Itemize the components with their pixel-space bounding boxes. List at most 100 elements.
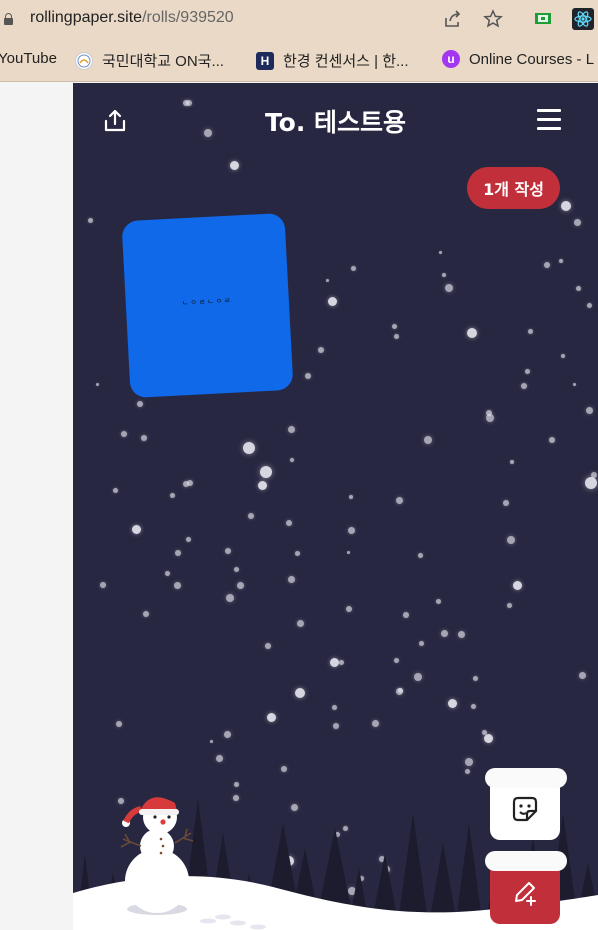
snowflake <box>237 582 244 589</box>
snowflake <box>165 571 170 576</box>
snowflake <box>281 766 287 772</box>
snowflake <box>574 219 581 226</box>
snowflake <box>448 699 457 708</box>
react-icon[interactable] <box>572 8 594 30</box>
snowflake <box>507 603 512 608</box>
snowflake <box>439 251 442 254</box>
share-page-icon[interactable] <box>442 8 464 30</box>
snowflake <box>174 582 181 589</box>
snowflake <box>347 551 350 554</box>
snowflake <box>513 581 522 590</box>
snowflake <box>297 620 304 627</box>
rolling-paper-board: To. 테스트용 1개 작성 ㄴㅇㄹㄴㅇㄹ <box>73 83 598 930</box>
snowflake <box>507 536 515 544</box>
snowflake <box>392 324 397 329</box>
snowflake <box>458 631 465 638</box>
snowflake <box>414 673 422 681</box>
url-domain: rollingpaper.site <box>30 9 143 26</box>
snowflake <box>225 548 231 554</box>
snowflake <box>333 723 339 729</box>
snowflake <box>394 658 399 663</box>
bookmark-label: 한경 컨센서스 | 한... <box>283 53 409 70</box>
snowflake <box>484 734 493 743</box>
snowflake <box>121 431 127 437</box>
snowflake <box>349 495 353 499</box>
snowflake <box>559 259 563 263</box>
snowflake <box>295 551 300 556</box>
snowflake <box>419 641 424 646</box>
snowflake <box>265 643 271 649</box>
snowflake <box>330 658 339 667</box>
snowflake <box>525 369 530 374</box>
snowflake <box>326 279 329 282</box>
snowflake <box>116 721 122 727</box>
snowflake <box>175 550 181 556</box>
snowflake <box>486 414 494 422</box>
page-title: To. 테스트용 <box>264 108 407 137</box>
snowflake <box>113 488 118 493</box>
snowflake <box>418 553 423 558</box>
snowcap-decoration <box>485 768 567 788</box>
snowflake <box>528 329 533 334</box>
snowflake <box>234 567 239 572</box>
hankyung-logo-icon: H <box>256 51 274 70</box>
snowflake <box>183 481 189 487</box>
message-card-text: ㄴㅇㄹㄴㅇㄹ <box>181 296 233 308</box>
snowflake <box>288 426 295 433</box>
bookmark-label: 국민대학교 ON국... <box>102 53 224 70</box>
star-icon[interactable] <box>482 8 504 30</box>
snowflake <box>587 303 592 308</box>
snowflake <box>318 347 324 353</box>
browser-url-bar[interactable]: rollingpaper.site/rolls/939520 <box>0 0 598 38</box>
snowflake <box>258 481 267 490</box>
bookmark-youtube[interactable]: YouTube <box>0 50 57 67</box>
snowflake <box>348 527 355 534</box>
snowflake <box>328 297 337 306</box>
snowflake <box>332 705 337 710</box>
bookmark-label: Online Courses - L <box>469 50 595 68</box>
snowflake <box>100 582 106 588</box>
snowflake <box>521 383 527 389</box>
snowflake <box>436 599 441 604</box>
snowflake <box>351 266 356 271</box>
snowflake <box>288 576 295 583</box>
snowflake <box>510 460 514 464</box>
snowflake <box>248 513 254 519</box>
snowflake <box>267 713 276 722</box>
snowflake <box>230 161 239 170</box>
snowflake <box>573 383 576 386</box>
snowflake <box>339 660 344 665</box>
message-card[interactable]: ㄴㅇㄹㄴㅇㄹ <box>121 212 294 399</box>
menu-icon[interactable] <box>537 109 561 131</box>
snowflake <box>561 201 571 211</box>
bookmark-online-courses[interactable]: u Online Courses - L <box>442 50 594 68</box>
bookmark-hankyung[interactable]: H 한경 컨센서스 | 한... <box>256 50 409 71</box>
university-logo-icon <box>75 51 93 70</box>
snowflake <box>424 436 432 444</box>
lock-icon <box>4 13 13 25</box>
snowflake <box>465 769 470 774</box>
snowflake <box>549 437 555 443</box>
snowflake <box>186 537 191 542</box>
udemy-logo-icon: u <box>442 50 460 68</box>
snowflake <box>305 373 311 379</box>
snowflake <box>396 497 403 504</box>
snowflake <box>471 704 476 709</box>
snowflake <box>465 758 473 766</box>
snowflake <box>591 472 597 478</box>
snowflake <box>445 284 453 292</box>
snowcap-decoration <box>485 851 567 871</box>
snowman-icon <box>120 797 194 915</box>
message-count-badge: 1개 작성 <box>467 167 560 209</box>
snowflake <box>141 435 147 441</box>
snowflake <box>473 676 478 681</box>
bookmark-kookmin[interactable]: 국민대학교 ON국... <box>75 50 224 71</box>
snowflake <box>441 630 448 637</box>
snowflake <box>576 286 581 291</box>
snowflake <box>467 328 477 338</box>
snowflake <box>586 407 593 414</box>
extension-icon[interactable] <box>532 8 554 30</box>
snowflake <box>579 672 586 679</box>
url-text[interactable]: rollingpaper.site/rolls/939520 <box>30 9 234 27</box>
snowflake <box>143 611 149 617</box>
